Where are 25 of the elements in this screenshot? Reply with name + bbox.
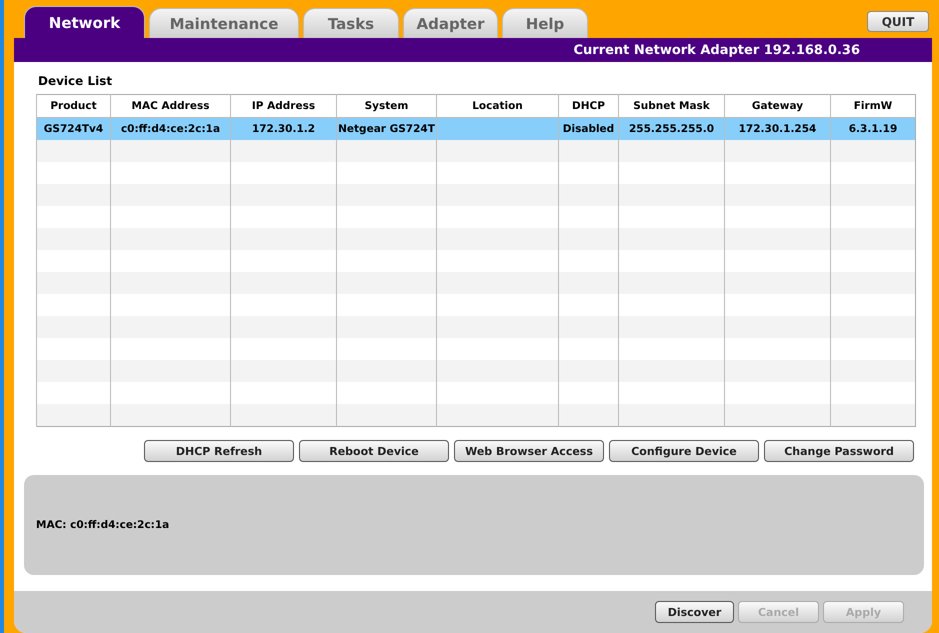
column-header[interactable]: Location [436,94,558,118]
action-button[interactable]: Change Password [764,440,914,462]
tab[interactable]: Network [24,6,145,38]
column-header[interactable]: Gateway [724,94,830,118]
device-row[interactable]: GS724Tv4 c0:ff:d4:ce:2c:1a 172.30.1.2 Netgear GS724T Disabled 255.255.255.0 172.30.1.254 6.3.1.19 [36,118,916,140]
action-button[interactable]: Configure Device [609,440,759,462]
tab[interactable]: Maintenance [149,8,299,38]
tab[interactable]: Adapter [403,8,498,38]
column-header[interactable]: DHCP [558,94,618,118]
column-header[interactable]: System [336,94,436,118]
action-button[interactable]: Reboot Device [299,440,449,462]
quit-button[interactable]: QUIT [867,11,929,32]
action-button[interactable]: Web Browser Access [454,440,604,462]
column-header[interactable]: FirmW [830,94,916,118]
tab[interactable]: Help [502,8,588,38]
column-header[interactable]: Product [36,94,110,118]
footer-button[interactable]: Discover [655,601,734,623]
adapter-banner: Current Network Adapter 192.168.0.36 [14,38,932,62]
tab[interactable]: Tasks [303,8,399,38]
column-header[interactable]: Subnet Mask [618,94,724,118]
action-button[interactable]: DHCP Refresh [144,440,294,462]
column-header[interactable]: IP Address [230,94,336,118]
mac-text: MAC: c0:ff:d4:ce:2c:1a [36,519,170,531]
device-list-title: Device List [37,73,114,90]
column-header[interactable]: MAC Address [110,94,230,118]
